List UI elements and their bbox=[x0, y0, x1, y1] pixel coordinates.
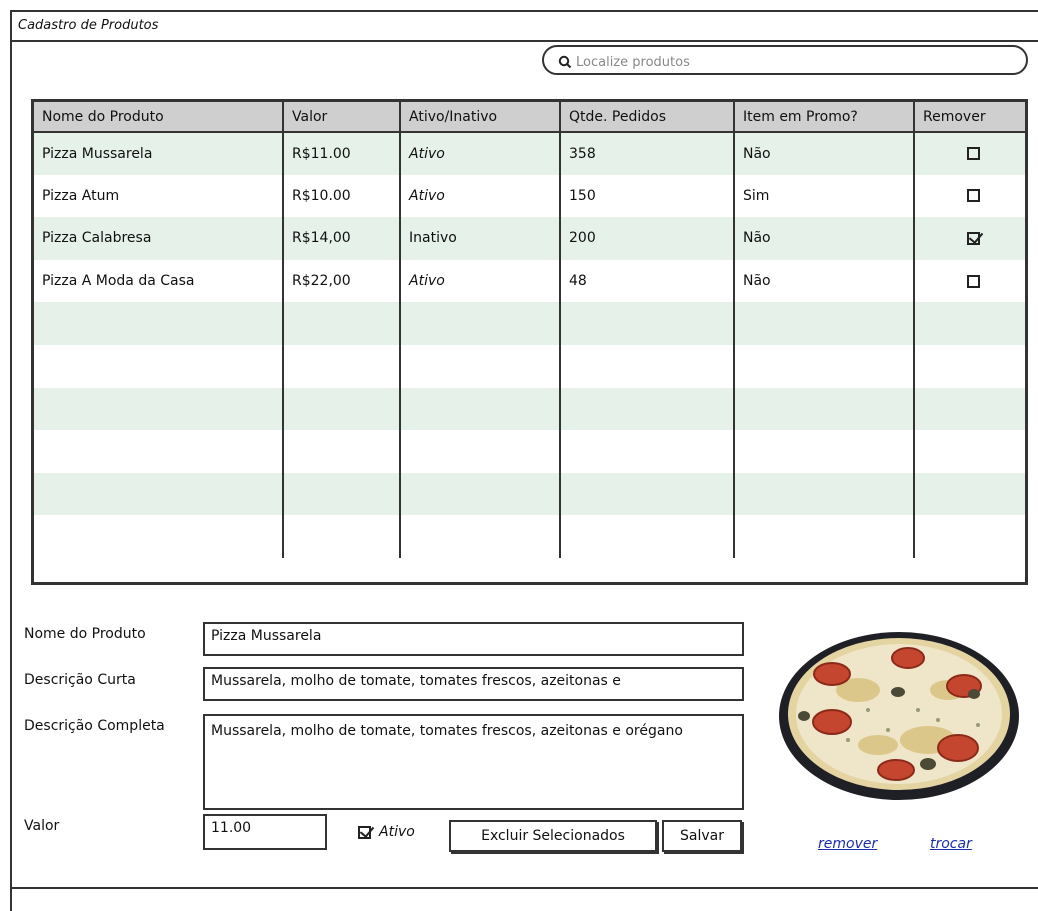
remove-checkbox[interactable] bbox=[966, 189, 980, 203]
cell-promo: Sim bbox=[734, 174, 915, 218]
cell-name: Pizza A Moda da Casa bbox=[34, 259, 284, 303]
remove-checkbox[interactable] bbox=[966, 231, 980, 245]
nome-label: Nome do Produto bbox=[24, 626, 146, 642]
desc-completa-label: Descrição Completa bbox=[24, 718, 165, 734]
valor-label: Valor bbox=[24, 818, 60, 834]
cell-valor: R$11.00 bbox=[283, 132, 401, 175]
cell-name: Pizza Atum bbox=[34, 174, 284, 218]
table-row[interactable]: Pizza A Moda da Casa R$22,00 Ativo 48 Nã… bbox=[34, 259, 1025, 303]
cell-name: Pizza Calabresa bbox=[34, 217, 284, 260]
table-header-row: Nome do Produto Valor Ativo/Inativo Qtde… bbox=[34, 102, 1025, 133]
nome-field[interactable]: Pizza Mussarela bbox=[203, 622, 744, 656]
cell-promo: Não bbox=[734, 259, 915, 303]
save-button[interactable]: Salvar bbox=[662, 820, 742, 852]
empty-row bbox=[34, 302, 1025, 345]
empty-row bbox=[34, 344, 1025, 388]
column-header-valor[interactable]: Valor bbox=[283, 102, 401, 133]
empty-row bbox=[34, 515, 1025, 558]
cell-pedidos: 358 bbox=[560, 132, 735, 175]
products-table: Nome do Produto Valor Ativo/Inativo Qtde… bbox=[31, 99, 1028, 585]
cell-promo: Não bbox=[734, 132, 915, 175]
desc-completa-field[interactable]: Mussarela, molho de tomate, tomates fres… bbox=[203, 714, 744, 810]
empty-row bbox=[34, 430, 1025, 473]
column-header-remover[interactable]: Remover bbox=[914, 102, 1025, 133]
column-header-pedidos[interactable]: Qtde. Pedidos bbox=[560, 102, 735, 133]
search-placeholder: Localize produtos bbox=[576, 54, 690, 70]
cell-pedidos: 200 bbox=[560, 217, 735, 260]
ativo-label: Ativo bbox=[379, 824, 415, 840]
cell-status: Inativo bbox=[400, 217, 561, 260]
table-row[interactable]: Pizza Mussarela R$11.00 Ativo 358 Não bbox=[34, 132, 1025, 175]
remove-image-link[interactable]: remover bbox=[818, 836, 877, 852]
change-image-link[interactable]: trocar bbox=[930, 836, 972, 852]
ativo-checkbox[interactable] bbox=[358, 825, 371, 839]
search-input[interactable]: Localize produtos bbox=[542, 45, 1028, 75]
cell-status: Ativo bbox=[400, 174, 561, 218]
table-row[interactable]: Pizza Atum R$10.00 Ativo 150 Sim bbox=[34, 174, 1025, 218]
column-header-promo[interactable]: Item em Promo? bbox=[734, 102, 915, 133]
delete-selected-button[interactable]: Excluir Selecionados bbox=[449, 820, 657, 852]
cell-valor: R$14,00 bbox=[283, 217, 401, 260]
remove-checkbox[interactable] bbox=[966, 274, 980, 288]
bottom-divider bbox=[12, 887, 1038, 889]
cell-pedidos: 150 bbox=[560, 174, 735, 218]
column-header-ativo[interactable]: Ativo/Inativo bbox=[400, 102, 561, 133]
cell-pedidos: 48 bbox=[560, 259, 735, 303]
cell-status: Ativo bbox=[400, 259, 561, 303]
search-icon bbox=[558, 55, 572, 69]
column-header-nome[interactable]: Nome do Produto bbox=[34, 102, 284, 133]
product-image bbox=[779, 632, 1019, 800]
cell-promo: Não bbox=[734, 217, 915, 260]
valor-field[interactable]: 11.00 bbox=[203, 814, 327, 850]
cell-name: Pizza Mussarela bbox=[34, 132, 284, 175]
cell-valor: R$10.00 bbox=[283, 174, 401, 218]
table-row[interactable]: Pizza Calabresa R$14,00 Inativo 200 Não bbox=[34, 217, 1025, 260]
desc-curta-label: Descrição Curta bbox=[24, 672, 136, 688]
ativo-toggle[interactable]: Ativo bbox=[358, 824, 415, 840]
desc-curta-field[interactable]: Mussarela, molho de tomate, tomates fres… bbox=[203, 667, 744, 701]
remove-checkbox[interactable] bbox=[966, 147, 980, 161]
product-registration-window: Cadastro de Produtos Localize produtos N… bbox=[10, 10, 1038, 911]
empty-row bbox=[34, 472, 1025, 516]
cell-status: Ativo bbox=[400, 132, 561, 175]
empty-row bbox=[34, 387, 1025, 431]
window-title: Cadastro de Produtos bbox=[12, 12, 1038, 42]
cell-valor: R$22,00 bbox=[283, 259, 401, 303]
